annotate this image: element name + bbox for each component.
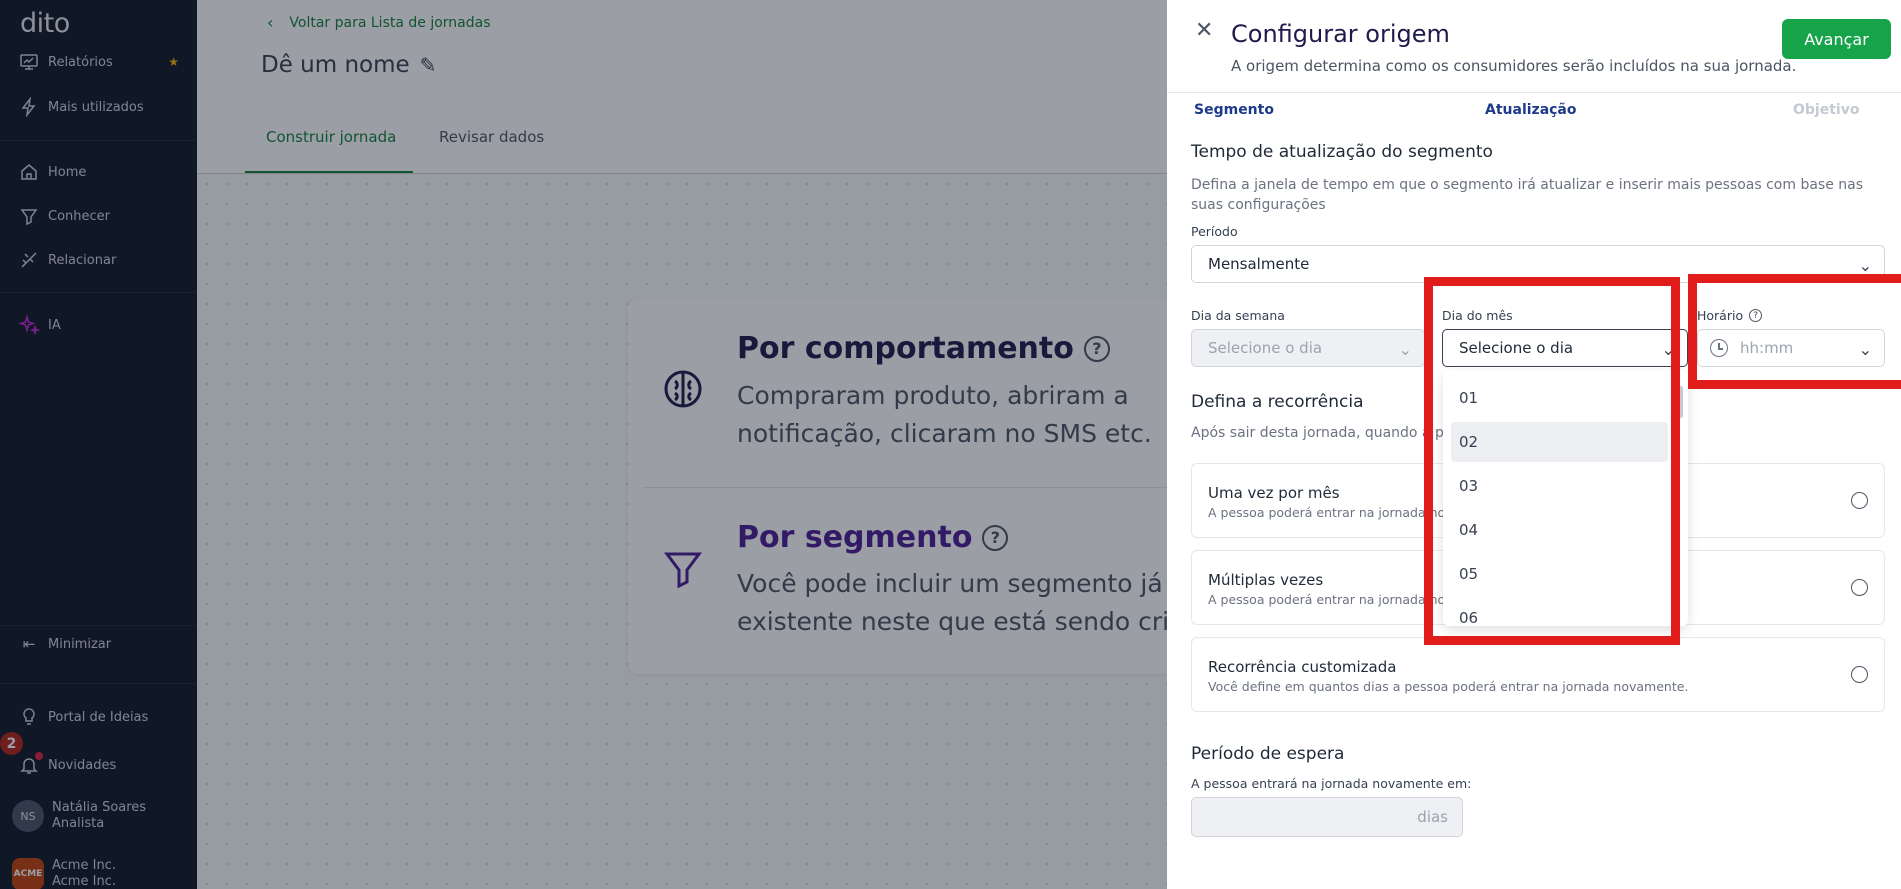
help-text-line: suas configurações	[1191, 197, 1326, 213]
time-label: Horário ?	[1697, 308, 1763, 323]
monthday-dropdown: 01 02 03 04 05 06	[1443, 370, 1688, 626]
help-text-line: Defina a janela de tempo em que o segmen…	[1191, 177, 1864, 193]
option-description: A pessoa poderá entrar na jornada nov	[1208, 505, 1453, 520]
radio-button[interactable]	[1851, 492, 1868, 509]
dropdown-option[interactable]: 03	[1451, 466, 1668, 506]
monthday-select[interactable]: Selecione o dia ⌄	[1442, 329, 1688, 367]
option-title: Múltiplas vezes	[1208, 571, 1324, 589]
drawer-subtitle: A origem determina como os consumidores …	[1231, 57, 1797, 75]
option-title: Uma vez por mês	[1208, 484, 1340, 502]
section-title: Tempo de atualização do segmento	[1191, 142, 1493, 162]
chevron-down-icon: ⌄	[1858, 340, 1872, 359]
drawer-title: Configurar origem	[1231, 20, 1450, 48]
wait-period-title: Período de espera	[1191, 744, 1345, 764]
option-title: Recorrência customizada	[1208, 658, 1397, 676]
period-select[interactable]: Mensalmente ⌄	[1191, 245, 1885, 283]
help-icon[interactable]: ?	[1749, 309, 1763, 322]
dropdown-option[interactable]: 06	[1451, 598, 1668, 626]
dropdown-option[interactable]: 01	[1451, 378, 1668, 418]
step-objetivo[interactable]: Objetivo	[1793, 102, 1859, 118]
radio-button[interactable]	[1851, 579, 1868, 596]
recurrence-option-custom[interactable]: Recorrência customizada Você define em q…	[1191, 637, 1885, 712]
drawer-header: ✕ Configurar origem A origem determina c…	[1167, 0, 1901, 93]
wait-period-label: A pessoa entrará na jornada novamente em…	[1191, 776, 1472, 791]
option-description: A pessoa poderá entrar na jornada nov	[1208, 592, 1453, 607]
dropdown-option[interactable]: 02	[1451, 422, 1668, 462]
chevron-down-icon: ⌄	[1398, 340, 1412, 359]
radio-button[interactable]	[1851, 666, 1868, 683]
option-description: Você define em quantos dias a pessoa pod…	[1208, 679, 1689, 694]
dropdown-option[interactable]: 04	[1451, 510, 1668, 550]
close-icon[interactable]: ✕	[1195, 18, 1213, 43]
monthday-label: Dia do mês	[1442, 308, 1513, 323]
configure-origin-drawer: Segmento Atualização Objetivo ✕ Configur…	[1167, 0, 1901, 889]
clock-icon	[1710, 339, 1728, 357]
step-segmento[interactable]: Segmento	[1194, 102, 1274, 118]
weekday-label: Dia da semana	[1191, 308, 1285, 323]
time-placeholder: hh:mm	[1740, 339, 1794, 357]
dropdown-scrollbar[interactable]	[1678, 386, 1683, 418]
weekday-select: Selecione o dia ⌄	[1191, 329, 1425, 367]
wait-days-input: dias	[1191, 797, 1463, 837]
period-label: Período	[1191, 224, 1238, 239]
period-value: Mensalmente	[1208, 255, 1310, 273]
dropdown-option[interactable]: 05	[1451, 554, 1668, 594]
chevron-down-icon: ⌄	[1858, 256, 1872, 275]
time-input[interactable]: hh:mm ⌄	[1697, 329, 1885, 367]
weekday-placeholder: Selecione o dia	[1208, 339, 1323, 357]
modal-backdrop[interactable]	[0, 0, 1167, 889]
chevron-down-icon: ⌄	[1661, 340, 1675, 359]
recurrence-title: Defina a recorrência	[1191, 392, 1364, 412]
next-button[interactable]: Avançar	[1782, 19, 1891, 59]
monthday-placeholder: Selecione o dia	[1459, 339, 1574, 357]
days-suffix: dias	[1417, 808, 1448, 826]
recurrence-help: Após sair desta jornada, quando a p	[1191, 425, 1444, 441]
step-atualizacao[interactable]: Atualização	[1485, 102, 1577, 118]
